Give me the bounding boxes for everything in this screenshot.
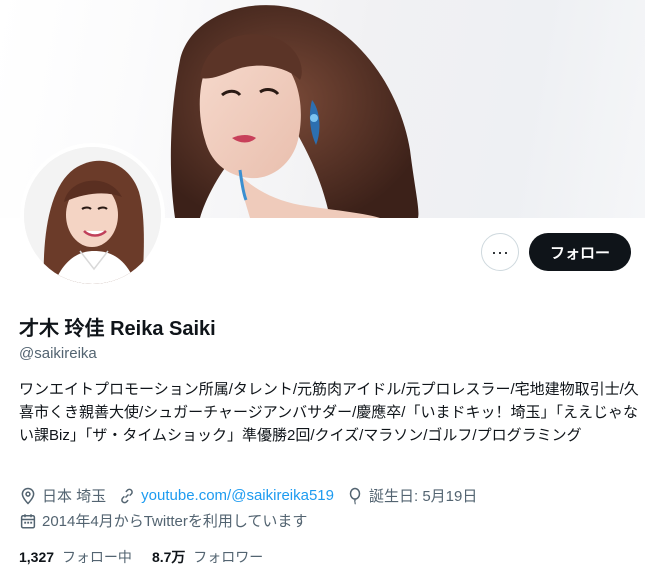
- joined-text: 2014年4月からTwitterを利用しています: [42, 513, 308, 530]
- avatar-photo: [24, 147, 161, 284]
- following-count: 1,327: [19, 549, 55, 565]
- website-item[interactable]: youtube.com/@saikireika519: [118, 487, 334, 505]
- location-item: 日本 埼玉: [19, 485, 106, 506]
- profile-meta-row: 日本 埼玉 youtube.com/@saikireika519 誕生日: 5月…: [19, 485, 489, 506]
- birthday-text: 誕生日: 5月19日: [369, 488, 478, 505]
- follow-stats: 1,327 フォロー中 8.7万 フォロワー: [19, 547, 283, 567]
- link-icon: [121, 488, 134, 503]
- display-name: 才木 玲佳 Reika Saiki: [19, 318, 216, 340]
- more-dots-icon: ···: [491, 241, 509, 262]
- following-label: フォロー中: [61, 549, 132, 565]
- profile-bio: ワンエイトプロモーション所属/タレント/元筋肉アイドル/元プロレスラー/宅地建物…: [19, 381, 639, 444]
- more-options-button[interactable]: ···: [481, 233, 519, 271]
- followers-label: フォロワー: [193, 549, 264, 565]
- following-link[interactable]: 1,327 フォロー中: [19, 547, 132, 567]
- birthday-item: 誕生日: 5月19日: [346, 485, 477, 506]
- location-text: 日本 埼玉: [42, 488, 107, 505]
- balloon-icon: [349, 487, 361, 505]
- follow-button[interactable]: フォロー: [529, 233, 631, 271]
- followers-count: 8.7万: [151, 549, 186, 565]
- profile-avatar[interactable]: [20, 143, 165, 288]
- location-pin-icon: [21, 487, 35, 505]
- user-handle: @saikireika: [19, 345, 97, 362]
- joined-item: 2014年4月からTwitterを利用しています: [19, 510, 307, 531]
- calendar-icon: [20, 513, 36, 528]
- profile-joined-row: 2014年4月からTwitterを利用しています: [19, 510, 319, 531]
- website-link[interactable]: youtube.com/@saikireika519: [141, 487, 334, 504]
- followers-link[interactable]: 8.7万 フォロワー: [152, 547, 263, 567]
